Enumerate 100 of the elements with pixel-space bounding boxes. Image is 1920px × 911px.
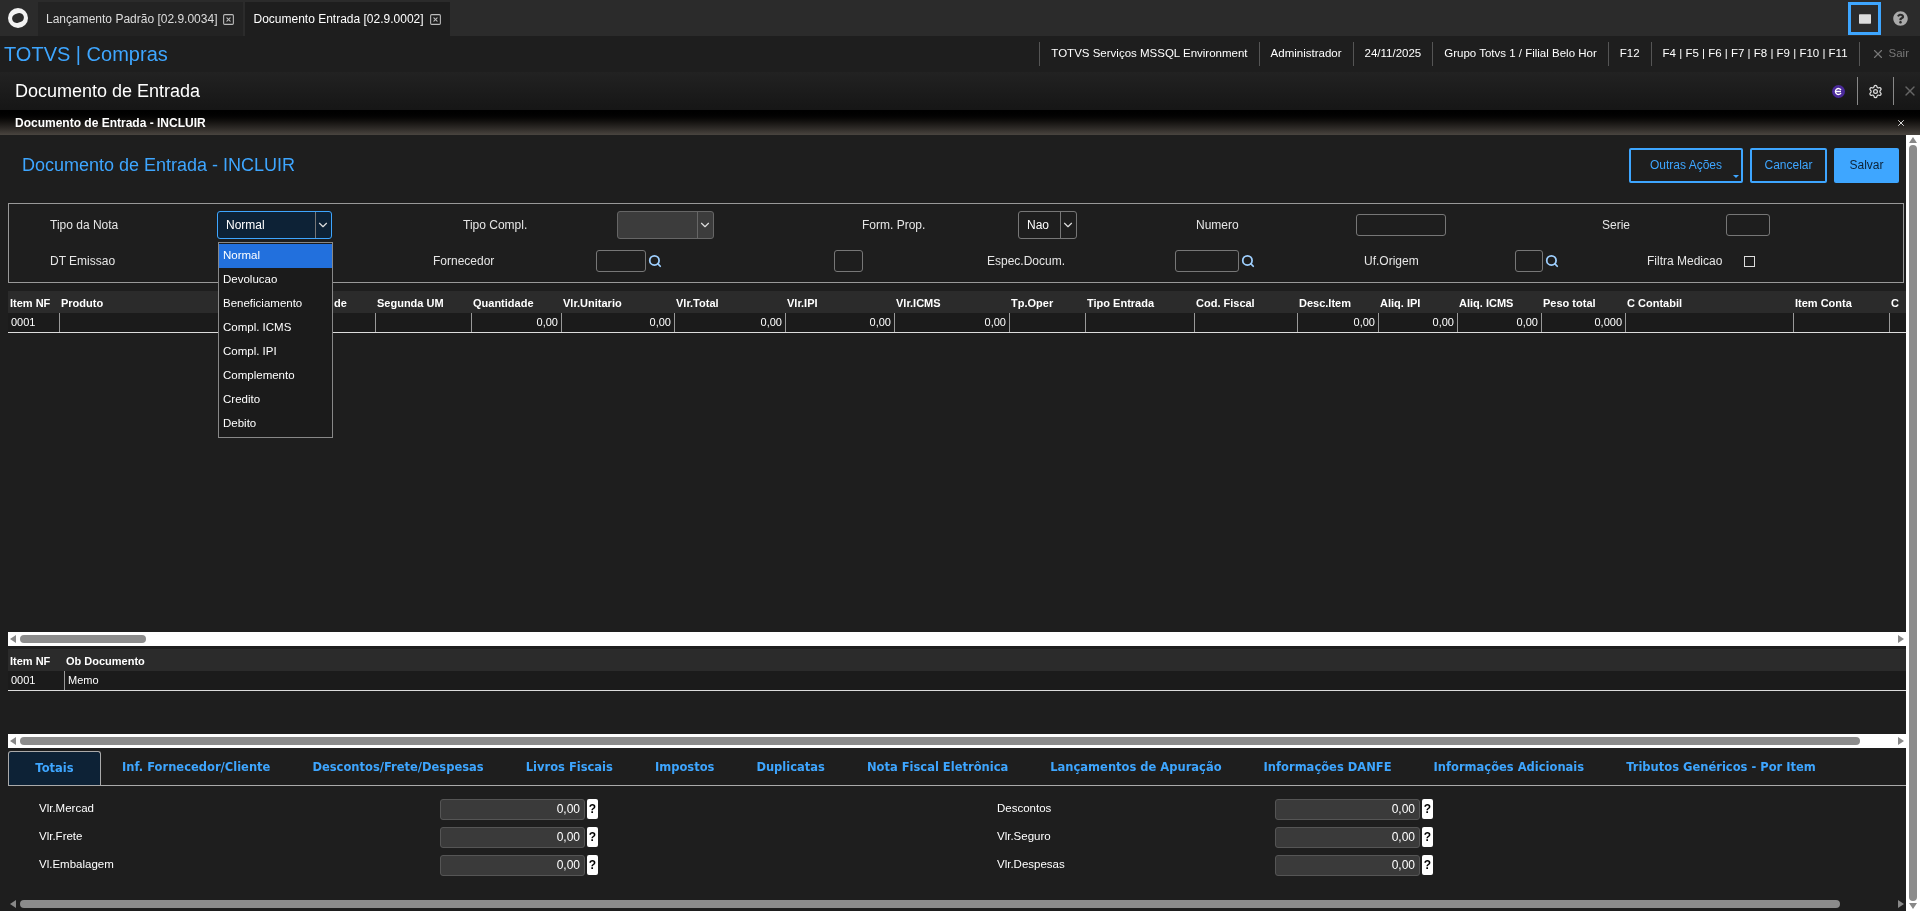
scroll-right-icon[interactable]	[1898, 900, 1904, 908]
app-tab[interactable]: Lançamento Padrão [02.9.0034]	[38, 2, 244, 36]
column-header[interactable]: Vlr.IPI	[787, 297, 818, 309]
lookup-field[interactable]	[1515, 250, 1543, 272]
horizontal-scrollbar[interactable]	[8, 734, 1906, 748]
vertical-scrollbar[interactable]	[1906, 135, 1920, 911]
session-info[interactable]: F4 | F5 | F6 | F7 | F8 | F9 | F10 | F11	[1650, 42, 1859, 66]
scroll-left-icon[interactable]	[10, 635, 16, 643]
column-header[interactable]: Aliq. ICMS	[1459, 297, 1514, 309]
help-button[interactable]: ?	[587, 799, 598, 819]
session-info[interactable]: Administrador	[1258, 42, 1353, 66]
search-icon[interactable]	[1545, 254, 1559, 268]
section-tab[interactable]: Duplicatas	[735, 751, 846, 785]
e-badge-icon[interactable]	[1832, 84, 1845, 98]
column-header[interactable]: C Contabil	[1627, 297, 1682, 309]
section-tab[interactable]: Livros Fiscais	[504, 751, 634, 785]
column-header[interactable]: Item Conta	[1795, 297, 1852, 309]
help-button[interactable]: ?	[1422, 855, 1433, 875]
close-icon[interactable]	[222, 12, 236, 26]
session-info[interactable]: Grupo Totvs 1 / Filial Belo Hor	[1432, 42, 1608, 66]
scroll-down-icon[interactable]	[1909, 903, 1917, 909]
session-info[interactable]: 24/11/2025	[1352, 42, 1433, 66]
action-button[interactable]: Cancelar	[1750, 147, 1827, 183]
action-button[interactable]: Outras Ações	[1629, 147, 1743, 183]
total-label: Vlr.Mercad	[39, 801, 95, 817]
dropdown-option[interactable]: Credito	[219, 388, 332, 412]
dropdown-option[interactable]: Complemento	[219, 364, 332, 388]
session-info[interactable]: TOTVS Serviços MSSQL Environment	[1039, 42, 1259, 66]
text-field[interactable]	[834, 250, 863, 272]
column-header[interactable]: Item NF	[10, 655, 51, 667]
column-header[interactable]: Quantidade	[473, 297, 534, 309]
checkbox[interactable]	[1744, 255, 1755, 267]
grid-cell-text: 0001	[11, 673, 36, 689]
close-icon[interactable]	[428, 12, 442, 26]
section-tab[interactable]: Inf. Fornecedor/Cliente	[101, 751, 292, 785]
search-icon[interactable]	[648, 254, 662, 268]
section-tab[interactable]: Descontos/Frete/Despesas	[291, 751, 505, 785]
search-icon[interactable]	[1241, 254, 1255, 268]
dropdown-option[interactable]: Normal	[219, 244, 332, 268]
column-header[interactable]: Peso total	[1543, 297, 1596, 309]
text-field[interactable]	[1356, 214, 1446, 236]
column-header[interactable]: Vlr.Unitario	[563, 297, 622, 309]
column-header[interactable]: Cod. Fiscal	[1196, 297, 1255, 309]
lookup-field[interactable]	[1175, 250, 1239, 272]
column-header[interactable]: C	[1891, 297, 1899, 309]
section-tab[interactable]: Totais	[8, 751, 101, 785]
dropdown-option[interactable]: Debito	[219, 412, 332, 436]
column-header[interactable]: Vlr.ICMS	[896, 297, 941, 309]
horizontal-scrollbar[interactable]	[8, 897, 1906, 911]
dropdown-option[interactable]: Compl. ICMS	[219, 316, 332, 340]
close-icon[interactable]	[1896, 117, 1906, 128]
section-tab[interactable]: Informações Adicionais	[1412, 751, 1606, 785]
column-header[interactable]: Tp.Oper	[1011, 297, 1054, 309]
settings-icon[interactable]	[1868, 83, 1883, 99]
column-header[interactable]: Aliq. IPI	[1380, 297, 1421, 309]
scroll-left-icon[interactable]	[10, 900, 16, 908]
session-info[interactable]: F12	[1607, 42, 1651, 66]
dropdown-option[interactable]: Devolucao	[219, 268, 332, 292]
app-tab[interactable]: Documento Entrada [02.9.0002]	[245, 2, 450, 36]
total-field[interactable]: 0,00	[440, 826, 585, 848]
help-button[interactable]: ?	[587, 827, 598, 847]
horizontal-scrollbar[interactable]	[8, 632, 1906, 646]
section-tab[interactable]: Informações DANFE	[1242, 751, 1413, 785]
total-field[interactable]: 0,00	[1275, 798, 1420, 820]
column-header[interactable]: Desc.Item	[1299, 297, 1351, 309]
total-field[interactable]: 0,00	[440, 798, 585, 820]
section-tab[interactable]: Tributos Genéricos - Por Item	[1605, 751, 1837, 785]
page-title: Documento de Entrada	[14, 79, 201, 103]
column-header[interactable]: Produto	[61, 297, 104, 309]
select-field[interactable]: Normal	[217, 211, 332, 239]
section-tab[interactable]: Nota Fiscal Eletrônica	[845, 751, 1030, 785]
text-field[interactable]	[1726, 214, 1770, 236]
help-icon[interactable]	[1893, 11, 1908, 26]
column-header[interactable]: Segunda UM	[377, 297, 444, 309]
column-header[interactable]: Vlr.Total	[676, 297, 719, 309]
action-button[interactable]: Salvar	[1834, 147, 1899, 183]
mail-button[interactable]	[1848, 2, 1881, 35]
help-button[interactable]: ?	[1422, 799, 1433, 819]
lookup-field[interactable]	[596, 250, 646, 272]
total-label: Descontos	[997, 801, 1053, 817]
dropdown-option[interactable]: Compl. IPI	[219, 340, 332, 364]
help-button[interactable]: ?	[587, 855, 598, 875]
total-field[interactable]: 0,00	[440, 854, 585, 876]
column-header[interactable]: de	[334, 297, 347, 309]
scroll-left-icon[interactable]	[10, 737, 16, 745]
column-header[interactable]: Item NF	[10, 297, 51, 309]
select-field[interactable]: Nao	[1018, 211, 1077, 239]
grid-cell-text: 0,00	[1516, 315, 1538, 331]
total-label: Vl.Embalagem	[39, 857, 115, 873]
column-header[interactable]: Tipo Entrada	[1087, 297, 1155, 309]
scroll-up-icon[interactable]	[1909, 137, 1917, 143]
section-tab[interactable]: Impostos	[633, 751, 736, 785]
dropdown-option[interactable]: Beneficiamento	[219, 292, 332, 316]
scroll-right-icon[interactable]	[1898, 635, 1904, 643]
help-button[interactable]: ?	[1422, 827, 1433, 847]
scroll-right-icon[interactable]	[1898, 737, 1904, 745]
total-field[interactable]: 0,00	[1275, 826, 1420, 848]
column-header[interactable]: Ob Documento	[66, 655, 145, 667]
section-tab[interactable]: Lançamentos de Apuração	[1029, 751, 1243, 785]
total-field[interactable]: 0,00	[1275, 854, 1420, 876]
